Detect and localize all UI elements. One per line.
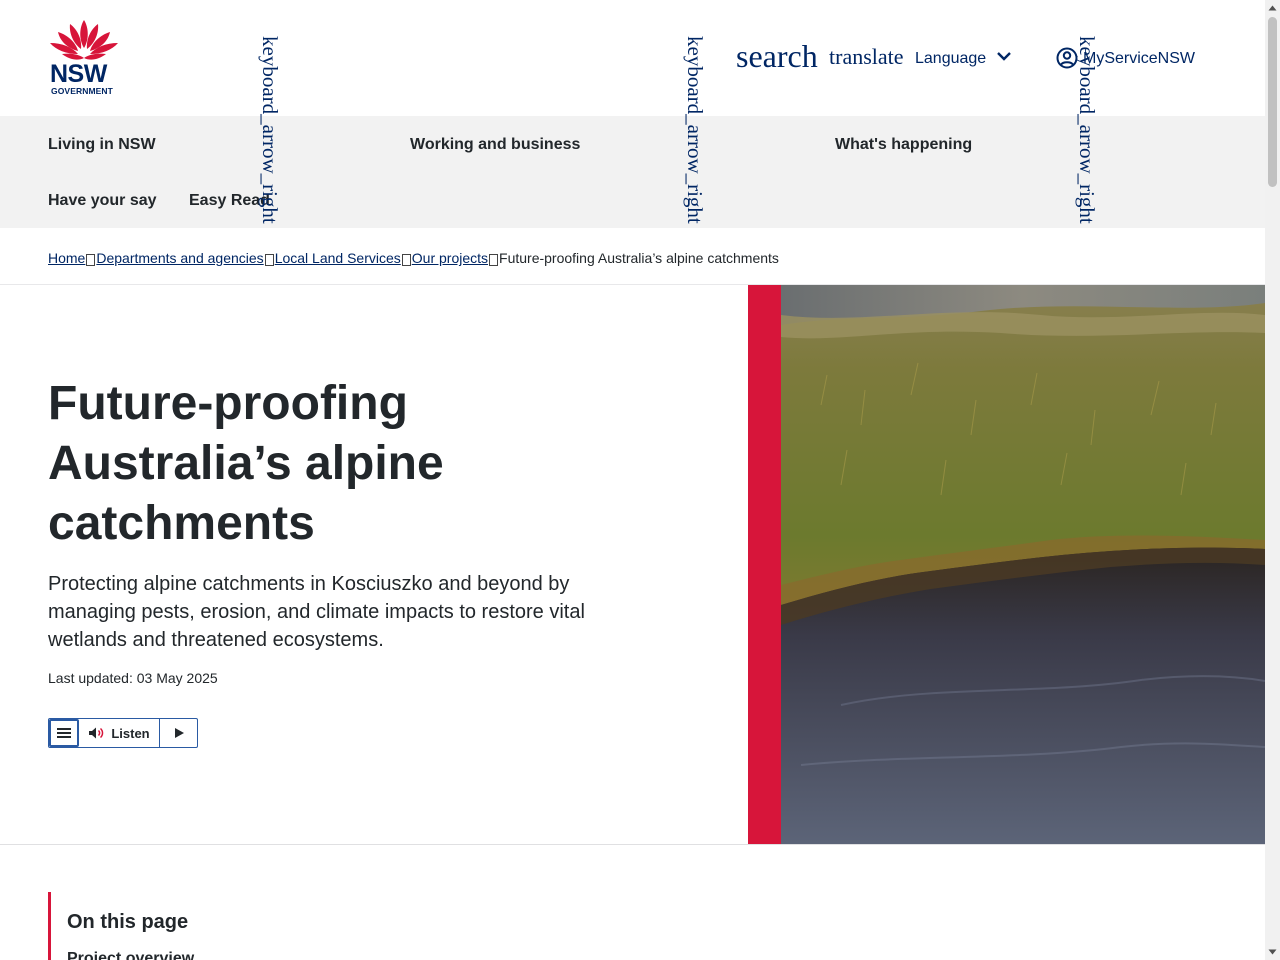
breadcrumb-separator-icon xyxy=(401,253,411,266)
nav-item-working-and-business[interactable]: Working and business xyxy=(410,136,580,154)
scroll-up-arrow-icon[interactable] xyxy=(1268,3,1277,13)
scrollbar-thumb[interactable] xyxy=(1268,17,1277,187)
play-button[interactable] xyxy=(160,719,197,747)
breadcrumb-separator-icon xyxy=(264,253,274,266)
scroll-down-arrow-icon[interactable] xyxy=(1268,947,1277,957)
translate-icon[interactable]: translate xyxy=(829,46,904,68)
logo-wordmark: NSW xyxy=(50,60,107,88)
search-icon[interactable]: search xyxy=(736,40,818,72)
nav-item-whats-happening[interactable]: What's happening xyxy=(835,136,972,154)
readspeaker-player: Listen xyxy=(48,718,198,748)
breadcrumb-departments-and-agencies[interactable]: Departments and agencies xyxy=(96,250,263,266)
breadcrumb-separator-icon xyxy=(489,253,499,266)
scrollbar[interactable] xyxy=(1265,0,1280,960)
last-updated: Last updated: 03 May 2025 xyxy=(48,670,218,686)
breadcrumb: Home Departments and agencies Local Land… xyxy=(48,248,779,268)
breadcrumb-separator-icon xyxy=(86,253,96,266)
myservicensw-link[interactable]: MyServiceNSW xyxy=(1083,50,1195,68)
listen-menu-button[interactable] xyxy=(49,719,79,747)
logo-subtext: GOVERNMENT xyxy=(51,86,113,96)
page-title: Future-proofing Australia’s alpine catch… xyxy=(48,377,444,550)
hero-image-alpine-wetland xyxy=(781,285,1265,844)
nav-item-living-in-nsw[interactable]: Living in NSW xyxy=(48,136,156,154)
breadcrumb-home[interactable]: Home xyxy=(48,250,85,266)
hero-accent-bar xyxy=(748,285,781,844)
language-selector[interactable]: Language xyxy=(915,50,986,68)
menu-line xyxy=(57,736,71,738)
keyboard-arrow-right-icon: keyboard_arrow_right xyxy=(1075,36,1099,224)
breadcrumb-current-page: Future-proofing Australia’s alpine catch… xyxy=(499,250,779,266)
menu-line xyxy=(57,728,71,730)
breadcrumb-our-projects[interactable]: Our projects xyxy=(412,250,488,266)
keyboard-arrow-right-icon: keyboard_arrow_right xyxy=(683,36,707,224)
breadcrumb-local-land-services[interactable]: Local Land Services xyxy=(275,250,401,266)
speaker-icon xyxy=(89,727,104,739)
on-this-page-heading: On this page xyxy=(67,911,189,933)
keyboard-arrow-right-icon: keyboard_arrow_right xyxy=(258,36,282,224)
play-icon xyxy=(174,728,184,738)
chevron-down-icon[interactable] xyxy=(996,48,1012,64)
on-this-page-accent xyxy=(48,892,51,960)
divider xyxy=(0,844,1265,845)
page-intro: Protecting alpine catchments in Kosciusz… xyxy=(48,573,585,651)
on-this-page-link[interactable]: Project overview xyxy=(67,950,194,960)
menu-line xyxy=(57,732,71,734)
waratah-icon xyxy=(50,20,118,60)
listen-label: Listen xyxy=(111,725,150,741)
nav-item-have-your-say[interactable]: Have your say xyxy=(48,192,157,210)
listen-button[interactable]: Listen xyxy=(79,719,160,747)
nsw-government-logo[interactable]: NSW GOVERNMENT xyxy=(48,18,120,98)
